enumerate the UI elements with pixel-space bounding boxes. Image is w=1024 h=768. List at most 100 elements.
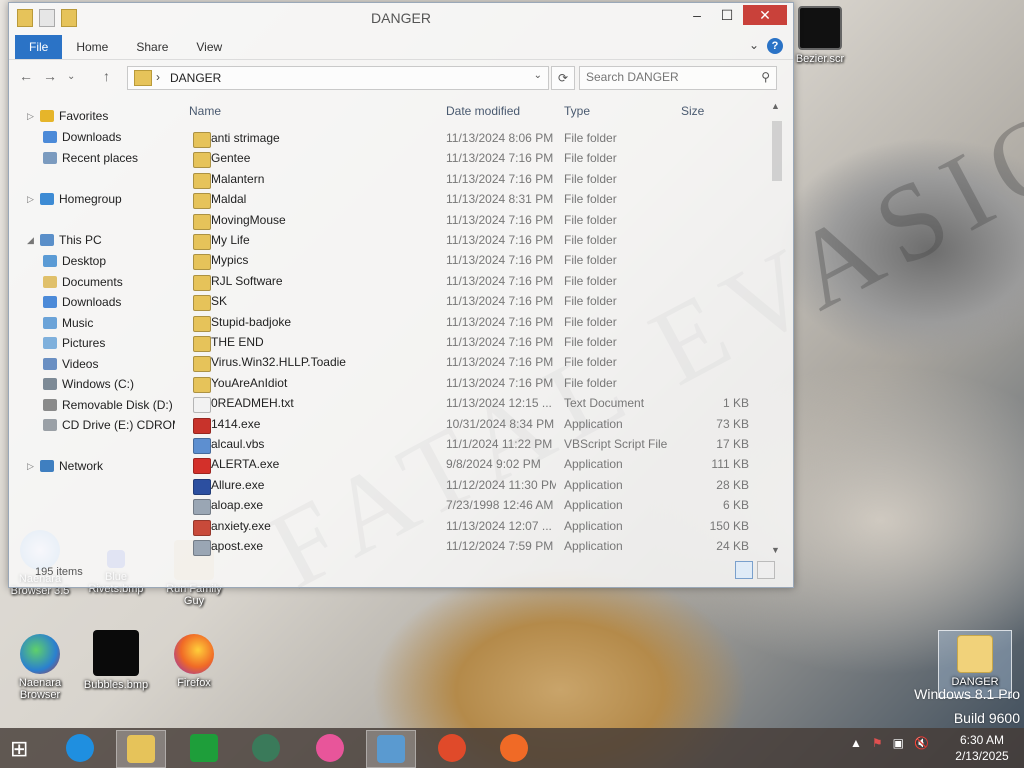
network-status-icon[interactable]: ▣ bbox=[893, 736, 904, 750]
scroll-down-icon[interactable]: ▼ bbox=[771, 545, 780, 555]
maximize-button[interactable]: ☐ bbox=[713, 5, 741, 25]
nav-item-cd-drive-e-cdrom[interactable]: CD Drive (E:) CDROM bbox=[43, 418, 175, 432]
recent-places-icon bbox=[43, 152, 57, 164]
taskbar-button-store[interactable] bbox=[180, 730, 228, 766]
file-row[interactable]: YouAreAnIdiot 11/13/2024 7:16 PM File fold… bbox=[179, 374, 779, 394]
title-bar[interactable]: DANGER – ☐ ✕ bbox=[9, 3, 793, 33]
action-center-flag-icon[interactable]: ⚑ bbox=[872, 736, 883, 750]
file-date: 11/13/2024 7:16 PM bbox=[446, 171, 554, 186]
tab-share[interactable]: Share bbox=[122, 35, 182, 59]
file-row[interactable]: MovingMouse 11/13/2024 7:16 PM File folder bbox=[179, 211, 779, 231]
nav-item-documents[interactable]: Documents bbox=[43, 275, 123, 289]
app-icon bbox=[193, 519, 211, 536]
file-row[interactable]: RJL Software 11/13/2024 7:16 PM File folde… bbox=[179, 272, 779, 292]
breadcrumb-separator-icon[interactable]: › bbox=[156, 70, 160, 84]
nav-item-downloads[interactable]: Downloads bbox=[43, 295, 121, 309]
tab-file[interactable]: File bbox=[15, 35, 63, 59]
windows-start-icon[interactable]: ⊞ bbox=[10, 736, 28, 762]
taskbar-button-ie[interactable] bbox=[56, 730, 104, 766]
up-arrow-icon[interactable]: ↑ bbox=[103, 68, 110, 84]
scrollbar-thumb[interactable] bbox=[772, 121, 782, 181]
vertical-scrollbar[interactable]: ▲ ▼ bbox=[769, 99, 785, 559]
close-button[interactable]: ✕ bbox=[743, 5, 787, 25]
status-item-count: 195 items bbox=[35, 566, 83, 578]
details-view-icon[interactable] bbox=[735, 561, 753, 579]
expand-arrow-icon[interactable]: ◢ bbox=[27, 235, 35, 246]
file-row[interactable]: Virus.Win32.HLLP.Toadie 11/13/2024 7:16 P… bbox=[179, 353, 779, 373]
clock[interactable]: 6:30 AM 2/13/2025 bbox=[950, 732, 1014, 764]
nav-item-desktop[interactable]: Desktop bbox=[43, 254, 106, 268]
file-row[interactable]: 0READMEH.txt 11/13/2024 12:15 ... Text Doc… bbox=[179, 394, 779, 414]
column-header-type[interactable]: Type bbox=[564, 104, 590, 118]
search-input[interactable] bbox=[580, 67, 760, 87]
search-icon: ⚲ bbox=[761, 70, 770, 84]
nav-item-downloads[interactable]: Downloads bbox=[43, 130, 121, 144]
expand-ribbon-icon[interactable]: ⌄ bbox=[749, 38, 759, 52]
file-row[interactable]: SK 11/13/2024 7:16 PM File folder bbox=[179, 292, 779, 312]
expand-arrow-icon[interactable]: ▷ bbox=[27, 194, 35, 205]
file-row[interactable]: Maldal 11/13/2024 8:31 PM File folder bbox=[179, 190, 779, 210]
taskbar-button-globe[interactable] bbox=[242, 730, 290, 766]
scroll-up-icon[interactable]: ▲ bbox=[771, 101, 780, 111]
nav-item-windows-c[interactable]: Windows (C:) bbox=[43, 377, 134, 391]
file-row[interactable]: ALERTA.exe 9/8/2024 9:02 PM Application 111… bbox=[179, 455, 779, 475]
desktop-icon-label: Naenara Browser bbox=[18, 677, 62, 701]
expand-arrow-icon[interactable]: ▷ bbox=[27, 461, 35, 472]
file-row[interactable]: anti strimage 11/13/2024 8:06 PM File fold… bbox=[179, 129, 779, 149]
recent-locations-icon[interactable]: ⌄ bbox=[67, 71, 75, 82]
column-header-name[interactable]: Name bbox=[189, 104, 221, 118]
taskbar-button-colorful-app[interactable] bbox=[428, 730, 476, 766]
desktop-icon-firefox[interactable]: Firefox bbox=[158, 634, 230, 689]
help-icon[interactable]: ? bbox=[767, 38, 783, 54]
file-row[interactable]: My Life 11/13/2024 7:16 PM File folder bbox=[179, 231, 779, 251]
nav-item-this-pc[interactable]: ◢ This PC bbox=[27, 233, 102, 247]
file-row[interactable]: Malantern 11/13/2024 7:16 PM File folder bbox=[179, 170, 779, 190]
taskbar: ⊞ ▲ ⚑ ▣ 🔇 6:30 AM 2/13/2025 bbox=[0, 728, 1024, 768]
file-row[interactable]: Gentee 11/13/2024 7:16 PM File folder bbox=[179, 149, 779, 169]
nav-item-network[interactable]: ▷ Network bbox=[27, 459, 103, 473]
large-icons-view-icon[interactable] bbox=[757, 561, 775, 579]
nav-item-removable-disk-d[interactable]: Removable Disk (D:) bbox=[43, 398, 173, 412]
taskbar-button-firefox[interactable] bbox=[490, 730, 538, 766]
file-row[interactable]: Stupid-badjoke 11/13/2024 7:16 PM File fol… bbox=[179, 313, 779, 333]
minimize-button[interactable]: – bbox=[683, 5, 711, 25]
taskbar-button-file-explorer[interactable] bbox=[116, 730, 166, 768]
desktop-icon-label: Bezier.scr bbox=[795, 53, 845, 65]
breadcrumb-danger[interactable]: DANGER bbox=[170, 71, 221, 85]
back-arrow-icon[interactable]: ← bbox=[19, 68, 33, 84]
nav-item-label: Windows (C:) bbox=[62, 377, 135, 391]
column-header-size[interactable]: Size bbox=[681, 104, 704, 118]
file-row[interactable]: 1414.exe 10/31/2024 8:34 PM Application 73 … bbox=[179, 415, 779, 435]
search-box[interactable]: ⚲ bbox=[579, 66, 777, 90]
file-row[interactable]: apost.exe 11/12/2024 7:59 PM Application 24… bbox=[179, 537, 779, 557]
nav-item-music[interactable]: Music bbox=[43, 316, 93, 330]
file-row[interactable]: aloap.exe 7/23/1998 12:46 AM Application 6 … bbox=[179, 496, 779, 516]
nav-item-homegroup[interactable]: ▷ Homegroup bbox=[27, 192, 122, 206]
nav-item-favorites[interactable]: ▷ Favorites bbox=[27, 109, 108, 123]
column-header-date[interactable]: Date modified bbox=[446, 104, 520, 118]
nav-item-pictures[interactable]: Pictures bbox=[43, 336, 105, 350]
tab-view[interactable]: View bbox=[182, 35, 236, 59]
desktop-icon-bezier[interactable]: Bezier.scr bbox=[784, 6, 856, 65]
tab-home[interactable]: Home bbox=[62, 35, 122, 59]
file-row[interactable]: Allure.exe 11/12/2024 11:30 PM Application… bbox=[179, 476, 779, 496]
nav-item-videos[interactable]: Videos bbox=[43, 357, 98, 371]
refresh-button[interactable]: ⟳ bbox=[551, 66, 575, 90]
chevron-down-icon[interactable]: ⌄ bbox=[534, 70, 542, 81]
file-size: 150 KB bbox=[709, 518, 749, 533]
file-row[interactable]: anxiety.exe 11/13/2024 12:07 ... Applicati… bbox=[179, 517, 779, 537]
taskbar-button-photo-viewer[interactable] bbox=[366, 730, 416, 768]
file-date: 11/13/2024 7:16 PM bbox=[446, 212, 554, 227]
expand-arrow-icon[interactable]: ▷ bbox=[27, 111, 35, 122]
nav-item-recent-places[interactable]: Recent places bbox=[43, 151, 138, 165]
file-row[interactable]: alcaul.vbs 11/1/2024 11:22 PM VBScript Scr… bbox=[179, 435, 779, 455]
desktop-icon-bubbles[interactable]: Bubbles.bmp bbox=[80, 630, 152, 691]
file-row[interactable]: Mypics 11/13/2024 7:16 PM File folder bbox=[179, 251, 779, 271]
show-hidden-icons-icon[interactable]: ▲ bbox=[850, 736, 862, 750]
address-field[interactable]: › DANGER ⌄ bbox=[127, 66, 549, 90]
file-row[interactable]: THE END 11/13/2024 7:16 PM File folder bbox=[179, 333, 779, 353]
forward-arrow-icon[interactable]: → bbox=[43, 68, 57, 84]
volume-muted-icon[interactable]: 🔇 bbox=[914, 736, 929, 750]
taskbar-button-heart-app[interactable] bbox=[306, 730, 354, 766]
desktop-icon-naenara[interactable]: Naenara Browser bbox=[4, 634, 76, 701]
